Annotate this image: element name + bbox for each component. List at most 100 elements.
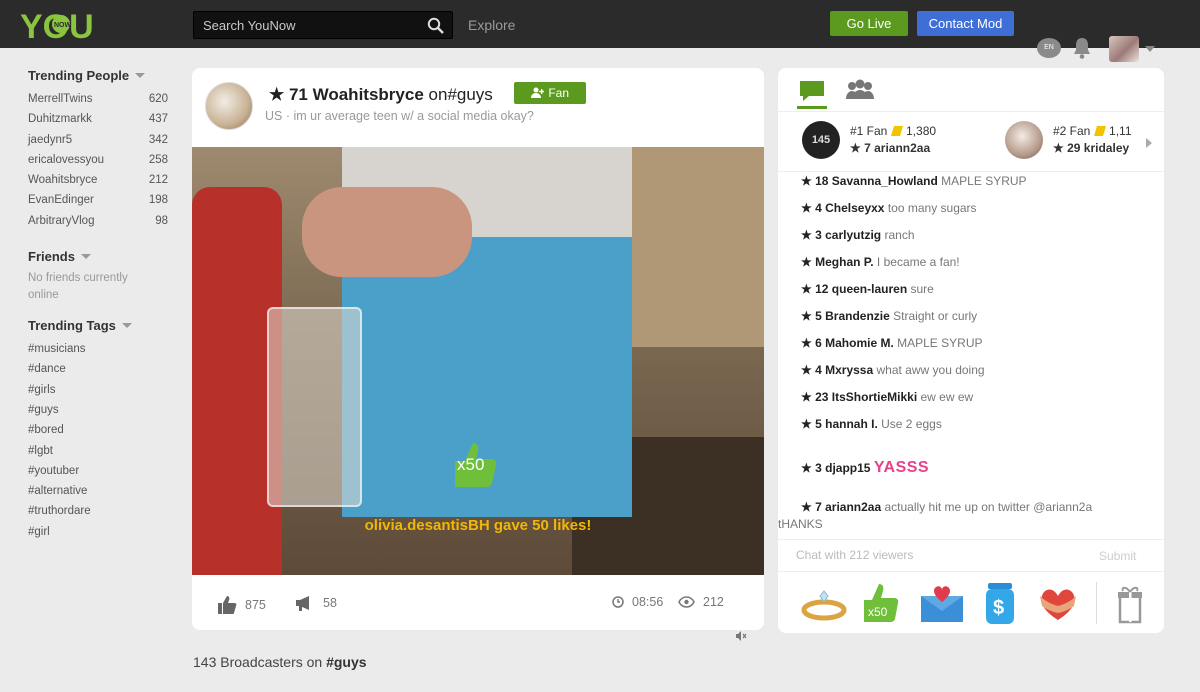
chat-message: ★ 5 hannah I. Use 2 eggs — [801, 417, 1146, 431]
chat-panel: 145 #1 Fan 1,380 ★ 7 ariann2aa #2 Fan 1,… — [778, 68, 1164, 633]
trending-tag[interactable]: #musicians — [28, 339, 168, 359]
share-stat[interactable]: 58 — [295, 595, 337, 611]
trending-people-title[interactable]: Trending People — [28, 68, 168, 83]
chat-level: ★ 5 — [801, 417, 822, 431]
chat-username[interactable]: Mahomie M. — [825, 336, 894, 350]
trending-tag[interactable]: #girls — [28, 380, 168, 400]
chat-message: ★ Meghan P. I became a fan! — [801, 255, 1146, 269]
volume-mute-icon[interactable] — [735, 630, 747, 642]
search-box[interactable] — [193, 11, 453, 39]
trending-person-row[interactable]: jaedynr5 342 — [28, 130, 168, 150]
svg-text:$: $ — [993, 597, 1004, 619]
fan-user: kridaley — [1083, 141, 1130, 155]
chat-text: sure — [910, 282, 934, 296]
contact-mod-button[interactable]: Contact Mod — [917, 11, 1014, 36]
thumbs-up-icon[interactable] — [217, 595, 237, 615]
trending-tag[interactable]: #guys — [28, 400, 168, 420]
trending-tag[interactable]: #truthordare — [28, 501, 168, 521]
trending-person-row[interactable]: EvanEdinger 198 — [28, 190, 168, 210]
trending-tag[interactable]: #lgbt — [28, 441, 168, 461]
tip-jar-gift-icon[interactable]: $ — [976, 580, 1024, 626]
video-stream[interactable]: x50 olivia.desantisBH gave 50 likes! — [192, 147, 764, 575]
trending-person-count: 620 — [148, 93, 168, 105]
caret-down-icon — [80, 254, 91, 260]
chat-username[interactable]: Mxryssa — [825, 363, 873, 377]
fan-avatar[interactable] — [1005, 121, 1043, 159]
top-fan-2[interactable]: #2 Fan 1,11 ★ 29 kridaley — [1005, 121, 1140, 161]
chat-username[interactable]: hannah I. — [825, 417, 878, 431]
trending-tags-title[interactable]: Trending Tags — [28, 318, 168, 333]
chat-message: ★ 4 Chelseyxx too many sugars — [801, 201, 1146, 215]
chat-username[interactable]: Savanna_Howland — [832, 174, 938, 188]
fan-avatar[interactable]: 145 — [802, 121, 840, 159]
trending-tag[interactable]: #bored — [28, 420, 168, 440]
trending-person-name[interactable]: ArbitraryVlog — [28, 211, 94, 231]
chat-username[interactable]: Meghan P. — [815, 255, 873, 269]
search-input[interactable] — [194, 12, 414, 38]
chat-username[interactable]: queen-lauren — [832, 282, 907, 296]
trending-person-name[interactable]: jaedynr5 — [28, 130, 72, 150]
trending-person-name[interactable]: MerrellTwins — [28, 89, 93, 109]
chat-username[interactable]: ariann2aa — [825, 500, 881, 514]
fan-rank: #2 Fan — [1053, 124, 1091, 138]
megaphone-icon[interactable] — [295, 595, 315, 611]
trending-person-count: 98 — [155, 214, 168, 227]
submit-button[interactable]: Submit — [1099, 549, 1136, 563]
gift-box-icon[interactable] — [1108, 580, 1152, 626]
trending-person-count: 258 — [148, 153, 168, 166]
trending-person-name[interactable]: Duhitzmarkk — [28, 109, 92, 129]
trending-person-row[interactable]: ArbitraryVlog 98 — [28, 211, 168, 231]
trending-person-name[interactable]: Woahitsbryce — [28, 170, 97, 190]
trending-tag[interactable]: #youtuber — [28, 461, 168, 481]
language-icon[interactable]: EN — [1037, 38, 1061, 58]
chat-username[interactable]: ItsShortieMikki — [832, 390, 917, 404]
trending-person-row[interactable]: ericalovessyou 258 — [28, 150, 168, 170]
users-icon[interactable] — [844, 79, 876, 101]
chevron-down-icon[interactable] — [1145, 46, 1155, 52]
ring-gift-icon[interactable] — [800, 580, 848, 626]
chat-text: I became a fan! — [876, 255, 960, 269]
chat-message: ★ 18 Savanna_Howland MAPLE SYRUP — [801, 174, 1146, 188]
like-gift-icon[interactable]: x50 — [858, 580, 906, 626]
trending-tag[interactable]: #girl — [28, 522, 168, 542]
broadcaster-avatar[interactable] — [205, 82, 253, 130]
like-stat[interactable]: 875 — [217, 595, 266, 615]
trending-person-row[interactable]: Woahitsbryce 212 — [28, 170, 168, 190]
chat-level: ★ 18 — [801, 174, 829, 188]
trending-person-row[interactable]: Duhitzmarkk 437 — [28, 109, 168, 129]
heart-hands-gift-icon[interactable] — [1034, 580, 1082, 626]
chat-level: ★ 3 — [801, 228, 822, 242]
broadcaster-name[interactable]: Woahitsbryce — [313, 85, 424, 104]
trending-person-count: 437 — [148, 113, 168, 126]
share-count: 58 — [323, 596, 337, 610]
search-icon[interactable] — [427, 17, 444, 34]
broadcast-tag[interactable]: #guys — [447, 85, 492, 104]
chat-level: ★ 5 — [801, 309, 822, 323]
explore-link[interactable]: Explore — [468, 17, 515, 33]
bell-icon[interactable] — [1071, 36, 1093, 60]
chat-username[interactable]: carlyutzig — [825, 228, 881, 242]
fan-button[interactable]: Fan — [514, 82, 586, 104]
trending-tag[interactable]: #alternative — [28, 481, 168, 501]
trending-person-name[interactable]: ericalovessyou — [28, 150, 104, 170]
love-letter-gift-icon[interactable] — [918, 580, 966, 626]
chat-bubble-icon[interactable] — [799, 80, 825, 102]
chat-username[interactable]: djapp15 — [825, 461, 870, 475]
ticket-icon — [890, 126, 903, 136]
chat-username[interactable]: Chelseyxx — [825, 201, 884, 215]
chat-input[interactable] — [796, 548, 1056, 562]
trending-person-row[interactable]: MerrellTwins 620 — [28, 89, 168, 109]
chevron-right-icon[interactable] — [1146, 138, 1152, 148]
friends-title[interactable]: Friends — [28, 249, 168, 264]
younow-logo[interactable]: YOU NOW — [20, 5, 108, 46]
active-tab-indicator — [797, 106, 827, 109]
trending-person-name[interactable]: EvanEdinger — [28, 190, 94, 210]
chat-messages: ★ 18 Savanna_Howland MAPLE SYRUP ★ 4 Chel… — [778, 172, 1164, 539]
chat-username[interactable]: Brandenzie — [825, 309, 890, 323]
go-live-button[interactable]: Go Live — [830, 11, 908, 36]
trending-tag[interactable]: #dance — [28, 359, 168, 379]
chat-level: ★ 4 — [801, 363, 822, 377]
chat-text-line-2: tHANKS — [778, 517, 823, 531]
footer-tag[interactable]: #guys — [326, 654, 366, 670]
user-avatar[interactable] — [1109, 36, 1139, 62]
